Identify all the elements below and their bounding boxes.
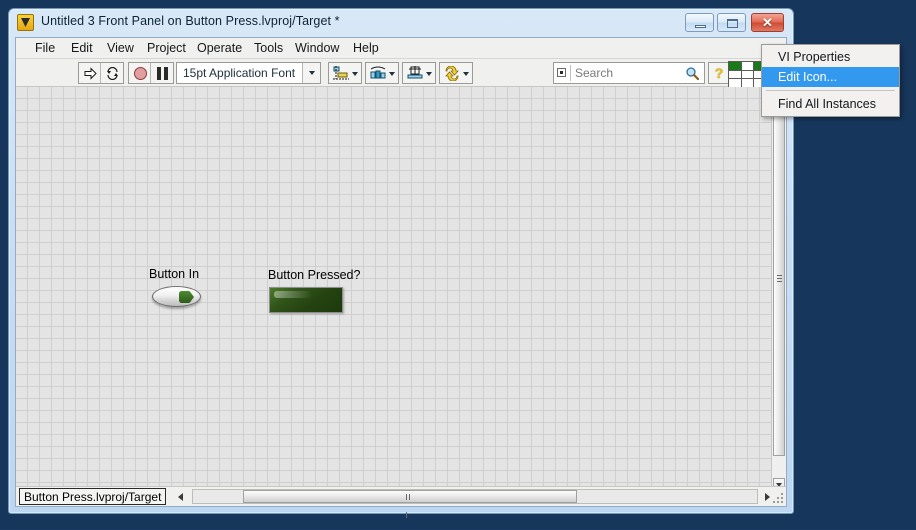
run-continuously-button[interactable]	[101, 63, 123, 83]
connector-terminal[interactable]	[729, 62, 742, 71]
vertical-scrollbar[interactable]	[771, 87, 786, 492]
font-dropdown-arrow[interactable]	[302, 63, 320, 83]
labview-front-panel-window: Untitled 3 Front Panel on Button Press.l…	[8, 8, 799, 518]
scroll-left-button[interactable]	[174, 489, 188, 504]
run-arrow-icon	[84, 67, 97, 80]
menu-bar: File Edit View Project Operate Tools Win…	[16, 38, 786, 59]
menu-edit[interactable]: Edit	[64, 40, 100, 57]
menu-window[interactable]: Window	[288, 40, 346, 57]
maximize-button[interactable]	[717, 13, 746, 32]
resize-objects-icon	[407, 66, 423, 79]
context-menu-item-vi-properties[interactable]: VI Properties	[762, 47, 899, 67]
front-panel-canvas[interactable]: Button In Button Pressed?	[16, 87, 772, 492]
window-client-area: File Edit View Project Operate Tools Win…	[15, 37, 799, 518]
font-selector[interactable]: 15pt Application Font	[176, 62, 321, 84]
led-gloss	[274, 291, 312, 298]
run-button-group	[78, 62, 124, 84]
align-objects-icon	[333, 66, 349, 80]
run-button[interactable]	[79, 63, 102, 83]
toolbar: 15pt Application Font Search ?	[16, 59, 799, 89]
divider	[570, 65, 571, 81]
run-continuously-icon	[107, 67, 119, 80]
context-menu-item-find-all-instances[interactable]: Find All Instances	[762, 94, 899, 114]
vi-icon-context-menu[interactable]: VI Properties Edit Icon... Find All Inst…	[761, 44, 900, 117]
chevron-down-icon	[463, 72, 469, 76]
close-button[interactable]: ✕	[751, 13, 784, 32]
chevron-down-icon	[352, 72, 358, 76]
close-icon: ✕	[762, 15, 773, 30]
context-help-button[interactable]: ?	[708, 62, 730, 84]
resize-objects-button[interactable]	[402, 62, 436, 84]
maximize-icon	[727, 19, 738, 28]
chevron-down-icon	[426, 72, 432, 76]
menu-operate[interactable]: Operate	[190, 40, 249, 57]
control-label-button-in: Button In	[149, 267, 200, 281]
switch-body	[152, 286, 201, 307]
chevron-down-icon	[389, 72, 395, 76]
abort-pause-group	[128, 62, 174, 84]
target-indicator[interactable]: Button Press.lvproj/Target	[19, 488, 167, 505]
grip-icon	[406, 494, 414, 518]
menu-file[interactable]: File	[28, 40, 62, 57]
connector-terminal[interactable]	[741, 62, 755, 71]
indicator-label-button-pressed: Button Pressed?	[268, 268, 361, 282]
distribute-objects-icon	[370, 66, 386, 79]
desktop-background: Untitled 3 Front Panel on Button Press.l…	[0, 0, 916, 529]
menu-help[interactable]: Help	[346, 40, 386, 57]
reorder-objects-icon	[445, 66, 459, 81]
minimize-button[interactable]	[685, 13, 714, 32]
font-selector-value: 15pt Application Font	[183, 66, 296, 80]
connector-terminal[interactable]	[729, 70, 742, 80]
rocker-switch-button-in[interactable]	[152, 286, 201, 309]
labview-vi-icon	[17, 14, 34, 31]
menu-view[interactable]: View	[100, 40, 141, 57]
search-scope-marker[interactable]	[557, 68, 566, 77]
abort-execution-icon	[134, 67, 147, 80]
title-bar[interactable]: Untitled 3 Front Panel on Button Press.l…	[9, 9, 793, 37]
magnifier-icon[interactable]	[685, 66, 699, 80]
status-bar: Button Press.lvproj/Target	[16, 486, 786, 518]
minimize-icon	[695, 25, 706, 28]
pause-button[interactable]	[151, 63, 173, 83]
search-placeholder: Search	[575, 66, 614, 80]
chevron-right-icon	[765, 493, 770, 501]
chevron-left-icon	[178, 493, 183, 501]
resize-grip-icon[interactable]	[773, 493, 784, 504]
horizontal-scrollbar-thumb[interactable]	[243, 490, 577, 518]
align-objects-button[interactable]	[328, 62, 362, 84]
menu-project[interactable]: Project	[140, 40, 193, 57]
distribute-objects-button[interactable]	[365, 62, 399, 84]
grip-icon	[777, 274, 782, 283]
vertical-scrollbar-thumb[interactable]	[773, 101, 785, 456]
menu-tools[interactable]: Tools	[247, 40, 290, 57]
abort-execution-button[interactable]	[129, 63, 152, 83]
window-title: Untitled 3 Front Panel on Button Press.l…	[41, 14, 340, 28]
connector-terminal[interactable]	[741, 70, 755, 80]
reorder-objects-button[interactable]	[439, 62, 473, 84]
chevron-down-icon	[308, 71, 315, 75]
led-indicator-button-pressed[interactable]	[269, 287, 343, 313]
context-menu-item-edit-icon[interactable]: Edit Icon...	[762, 67, 899, 87]
pause-icon	[157, 67, 169, 80]
search-input[interactable]: Search	[553, 62, 705, 84]
context-menu-separator	[766, 90, 895, 91]
horizontal-scrollbar[interactable]	[192, 489, 758, 518]
